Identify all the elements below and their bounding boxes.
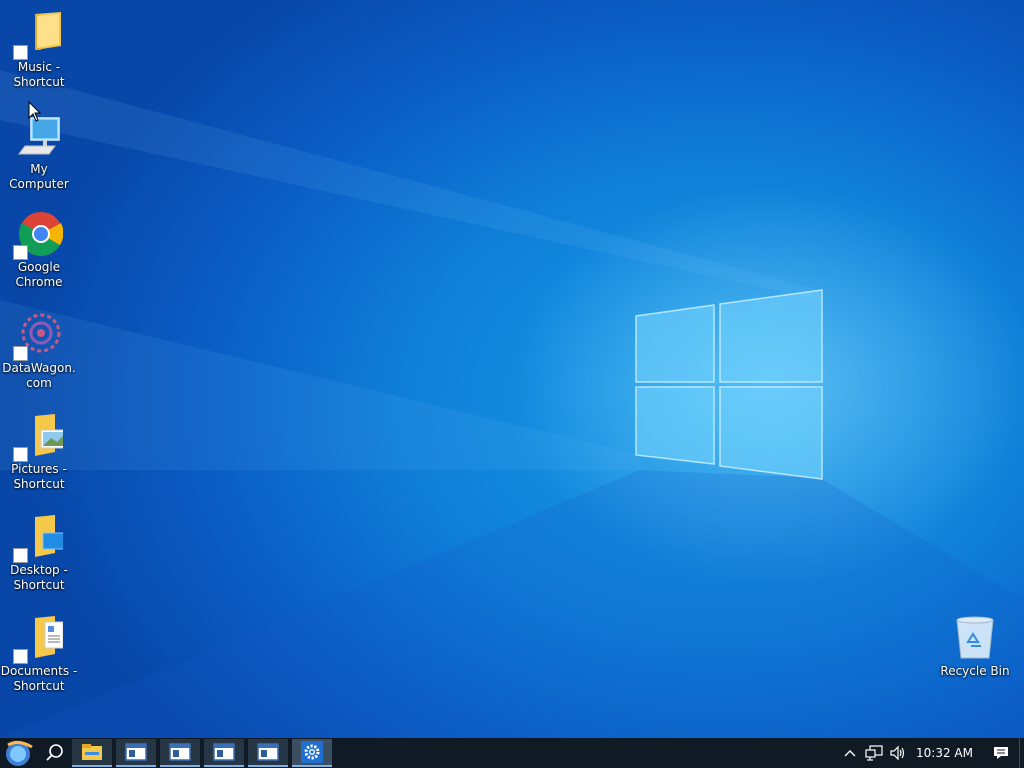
desktop-icon-label: My Computer xyxy=(9,162,69,191)
shortcut-arrow-icon xyxy=(13,447,28,462)
wallpaper-light-beams xyxy=(0,70,1024,738)
desktop-icon-label: Music - Shortcut xyxy=(13,60,65,89)
window-icon xyxy=(257,743,279,761)
taskbar-app-window-4[interactable] xyxy=(248,739,288,767)
taskbar-app-settings[interactable] xyxy=(292,739,332,767)
start-button[interactable] xyxy=(0,738,38,768)
desktop-folder-icon xyxy=(13,513,63,563)
shortcut-arrow-icon xyxy=(13,346,28,361)
desktop-icon-pictures-shortcut[interactable]: Pictures - Shortcut xyxy=(0,412,78,492)
mouse-pointer-icon xyxy=(28,101,42,122)
window-icon xyxy=(125,743,147,761)
desktop-icon-datawagon[interactable]: DataWagon.com xyxy=(0,311,78,391)
windows-logo-pane-tr xyxy=(719,289,823,383)
windows-logo-pane-tl xyxy=(635,304,715,383)
shortcut-arrow-icon xyxy=(13,649,28,664)
desktop-icon-label: Pictures - Shortcut xyxy=(11,462,67,491)
desktop-icon-label: Google Chrome xyxy=(15,260,63,289)
desktop-icon-my-computer[interactable]: My Computer xyxy=(0,112,78,192)
desktop-icon-desktop-shortcut[interactable]: Desktop - Shortcut xyxy=(0,513,78,593)
documents-folder-icon xyxy=(13,614,63,664)
shortcut-arrow-icon xyxy=(13,245,28,260)
desktop-icon-label: DataWagon.com xyxy=(2,361,76,390)
pictures-folder-icon xyxy=(13,412,63,462)
recycle-bin-icon xyxy=(951,614,999,662)
taskbar-app-file-explorer[interactable] xyxy=(72,739,112,767)
desktop[interactable]: Music - Shortcut My Computer Google Chro… xyxy=(0,0,1024,738)
taskbar-app-window-2[interactable] xyxy=(160,739,200,767)
shortcut-arrow-icon xyxy=(13,548,28,563)
volume-button[interactable] xyxy=(886,738,910,768)
datawagon-icon xyxy=(13,311,63,361)
desktop-icon-label: Desktop - Shortcut xyxy=(10,563,68,592)
desktop-icon-label: Recycle Bin xyxy=(940,664,1010,678)
desktop-icon-documents-shortcut[interactable]: Documents - Shortcut xyxy=(0,614,78,694)
chrome-icon xyxy=(13,210,63,260)
desktop-icon-music-shortcut[interactable]: Music - Shortcut xyxy=(0,10,78,90)
search-button[interactable] xyxy=(38,738,72,768)
file-explorer-icon xyxy=(82,744,102,760)
chevron-up-icon xyxy=(844,750,856,757)
shortcut-arrow-icon xyxy=(13,45,28,60)
show-desktop-button[interactable] xyxy=(1019,738,1024,768)
start-orb-icon xyxy=(6,740,33,766)
window-icon xyxy=(169,743,191,761)
taskbar-app-window-3[interactable] xyxy=(204,739,244,767)
volume-icon xyxy=(890,745,905,761)
taskbar-app-window-1[interactable] xyxy=(116,739,156,767)
show-hidden-icons-button[interactable] xyxy=(838,738,862,768)
windows-logo-pane-br xyxy=(719,386,823,480)
network-button[interactable] xyxy=(862,738,886,768)
system-tray: 10:32 AM xyxy=(838,738,1024,768)
desktop-icon-google-chrome[interactable]: Google Chrome xyxy=(0,210,78,290)
action-center-icon xyxy=(994,747,1008,759)
music-folder-icon xyxy=(13,10,63,60)
network-icon xyxy=(865,745,883,761)
action-center-button[interactable] xyxy=(983,738,1019,768)
windows-logo-pane-bl xyxy=(635,386,715,465)
settings-gear-icon xyxy=(301,741,323,763)
taskbar-clock[interactable]: 10:32 AM xyxy=(916,738,973,768)
window-icon xyxy=(213,743,235,761)
search-icon xyxy=(46,744,63,761)
desktop-icon-recycle-bin[interactable]: Recycle Bin xyxy=(936,614,1014,679)
taskbar: 10:32 AM xyxy=(0,738,1024,768)
desktop-icon-label: Documents - Shortcut xyxy=(0,664,78,693)
